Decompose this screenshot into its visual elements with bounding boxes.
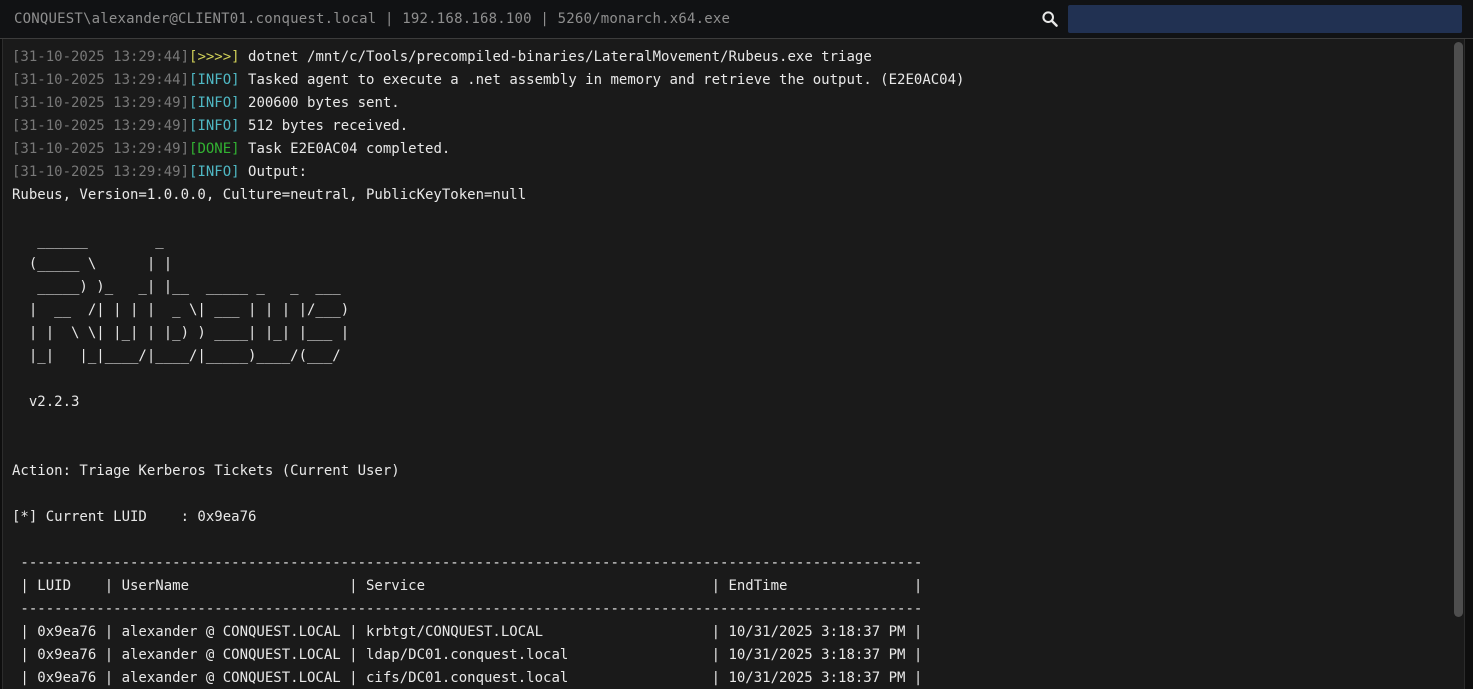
terminal-segment-text: Task E2E0AC04 completed. [240,141,451,157]
terminal-line: | __ /| | | | _ \| ___ | | | |/___) [12,299,1464,322]
terminal-segment-text: ----------------------------------------… [12,601,922,617]
terminal-segment-text: Rubeus, Version=1.0.0.0, Culture=neutral… [12,187,526,203]
terminal-segment-text: dotnet /mnt/c/Tools/precompiled-binaries… [240,49,872,65]
terminal-line: [*] Current LUID : 0x9ea76 [12,506,1464,529]
terminal-segment-text: (_____ \ | | [12,256,349,272]
session-context: CONQUEST\alexander@CLIENT01.conquest.loc… [0,11,730,27]
terminal-segment-text: v2.2.3 [12,394,88,410]
terminal-line: | 0x9ea76 | alexander @ CONQUEST.LOCAL |… [12,644,1464,667]
terminal-segment-text: [*] Current LUID : 0x9ea76 [12,509,256,525]
terminal-segment-text: Tasked agent to execute a .net assembly … [240,72,965,88]
terminal-line: [31-10-2025 13:29:49][INFO] 512 bytes re… [12,115,1464,138]
terminal-segment-timestamp: [31-10-2025 13:29:44] [12,49,189,65]
terminal-segment-info_tag: [INFO] [189,118,240,134]
terminal-segment-timestamp: [31-10-2025 13:29:49] [12,164,189,180]
terminal-line: [31-10-2025 13:29:44][INFO] Tasked agent… [12,69,1464,92]
terminal-line: ______ _ [12,230,1464,253]
terminal-segment-info_tag: [INFO] [189,95,240,111]
terminal-segment-done_tag: [DONE] [189,141,240,157]
terminal-segment-text: |_| |_|____/|____/|_____)____/(___/ [12,348,349,364]
terminal-segment-command_tag: [>>>>] [189,49,240,65]
terminal-segment-timestamp: [31-10-2025 13:29:44] [12,72,189,88]
terminal-line: | 0x9ea76 | alexander @ CONQUEST.LOCAL |… [12,621,1464,644]
terminal-line [12,529,1464,552]
terminal-line: [31-10-2025 13:29:49][INFO] 200600 bytes… [12,92,1464,115]
terminal-segment-timestamp: [31-10-2025 13:29:49] [12,95,189,111]
session-header-bar: CONQUEST\alexander@CLIENT01.conquest.loc… [0,0,1473,39]
terminal-segment-timestamp: [31-10-2025 13:29:49] [12,141,189,157]
terminal-segment-text: | | \ \| |_| | |_) ) ____| |_| |___ | [12,325,349,341]
terminal-line [12,368,1464,391]
terminal-segment-text: ----------------------------------------… [12,555,922,571]
terminal-line: | 0x9ea76 | alexander @ CONQUEST.LOCAL |… [12,667,1464,689]
terminal-segment-text: | __ /| | | | _ \| ___ | | | |/___) [12,302,349,318]
magnifying-glass-glyph [1041,10,1059,28]
terminal-line: | | \ \| |_| | |_) ) ____| |_| |___ | [12,322,1464,345]
terminal-segment-timestamp: [31-10-2025 13:29:49] [12,118,189,134]
terminal-segment-text: | LUID | UserName | Service | EndTime | [12,578,922,594]
search-icon[interactable] [1040,9,1060,29]
terminal-line: [31-10-2025 13:29:49][INFO] Output: [12,161,1464,184]
terminal-segment-info_tag: [INFO] [189,164,240,180]
terminal-panel: [31-10-2025 13:29:44][>>>>] dotnet /mnt/… [2,39,1465,689]
terminal-line: [31-10-2025 13:29:44][>>>>] dotnet /mnt/… [12,46,1464,69]
terminal-line: [31-10-2025 13:29:49][DONE] Task E2E0AC0… [12,138,1464,161]
terminal-line: ----------------------------------------… [12,598,1464,621]
terminal-line: v2.2.3 [12,391,1464,414]
terminal-segment-text: Action: Triage Kerberos Tickets (Current… [12,463,400,479]
terminal-segment-text: Output: [240,164,307,180]
terminal-line: ----------------------------------------… [12,552,1464,575]
terminal-line: | LUID | UserName | Service | EndTime | [12,575,1464,598]
terminal-segment-text: | 0x9ea76 | alexander @ CONQUEST.LOCAL |… [12,624,922,640]
terminal-line: _____) )_ _| |__ _____ _ _ ___ [12,276,1464,299]
terminal-line [12,207,1464,230]
terminal-line: |_| |_|____/|____/|_____)____/(___/ [12,345,1464,368]
terminal-output: [31-10-2025 13:29:44][>>>>] dotnet /mnt/… [3,39,1464,689]
terminal-line: Action: Triage Kerberos Tickets (Current… [12,460,1464,483]
terminal-segment-text: 512 bytes received. [240,118,409,134]
terminal-segment-text: _____) )_ _| |__ _____ _ _ ___ [12,279,349,295]
terminal-segment-info_tag: [INFO] [189,72,240,88]
search-input[interactable] [1068,5,1462,33]
terminal-line [12,437,1464,460]
terminal-segment-text: 200600 bytes sent. [240,95,400,111]
terminal-line: (_____ \ | | [12,253,1464,276]
terminal-line [12,414,1464,437]
terminal-segment-text: | 0x9ea76 | alexander @ CONQUEST.LOCAL |… [12,647,922,663]
terminal-segment-text: ______ _ [12,233,349,249]
terminal-line [12,483,1464,506]
terminal-segment-text: | 0x9ea76 | alexander @ CONQUEST.LOCAL |… [12,670,922,686]
terminal-line: Rubeus, Version=1.0.0.0, Culture=neutral… [12,184,1464,207]
scrollbar-thumb[interactable] [1454,42,1463,617]
